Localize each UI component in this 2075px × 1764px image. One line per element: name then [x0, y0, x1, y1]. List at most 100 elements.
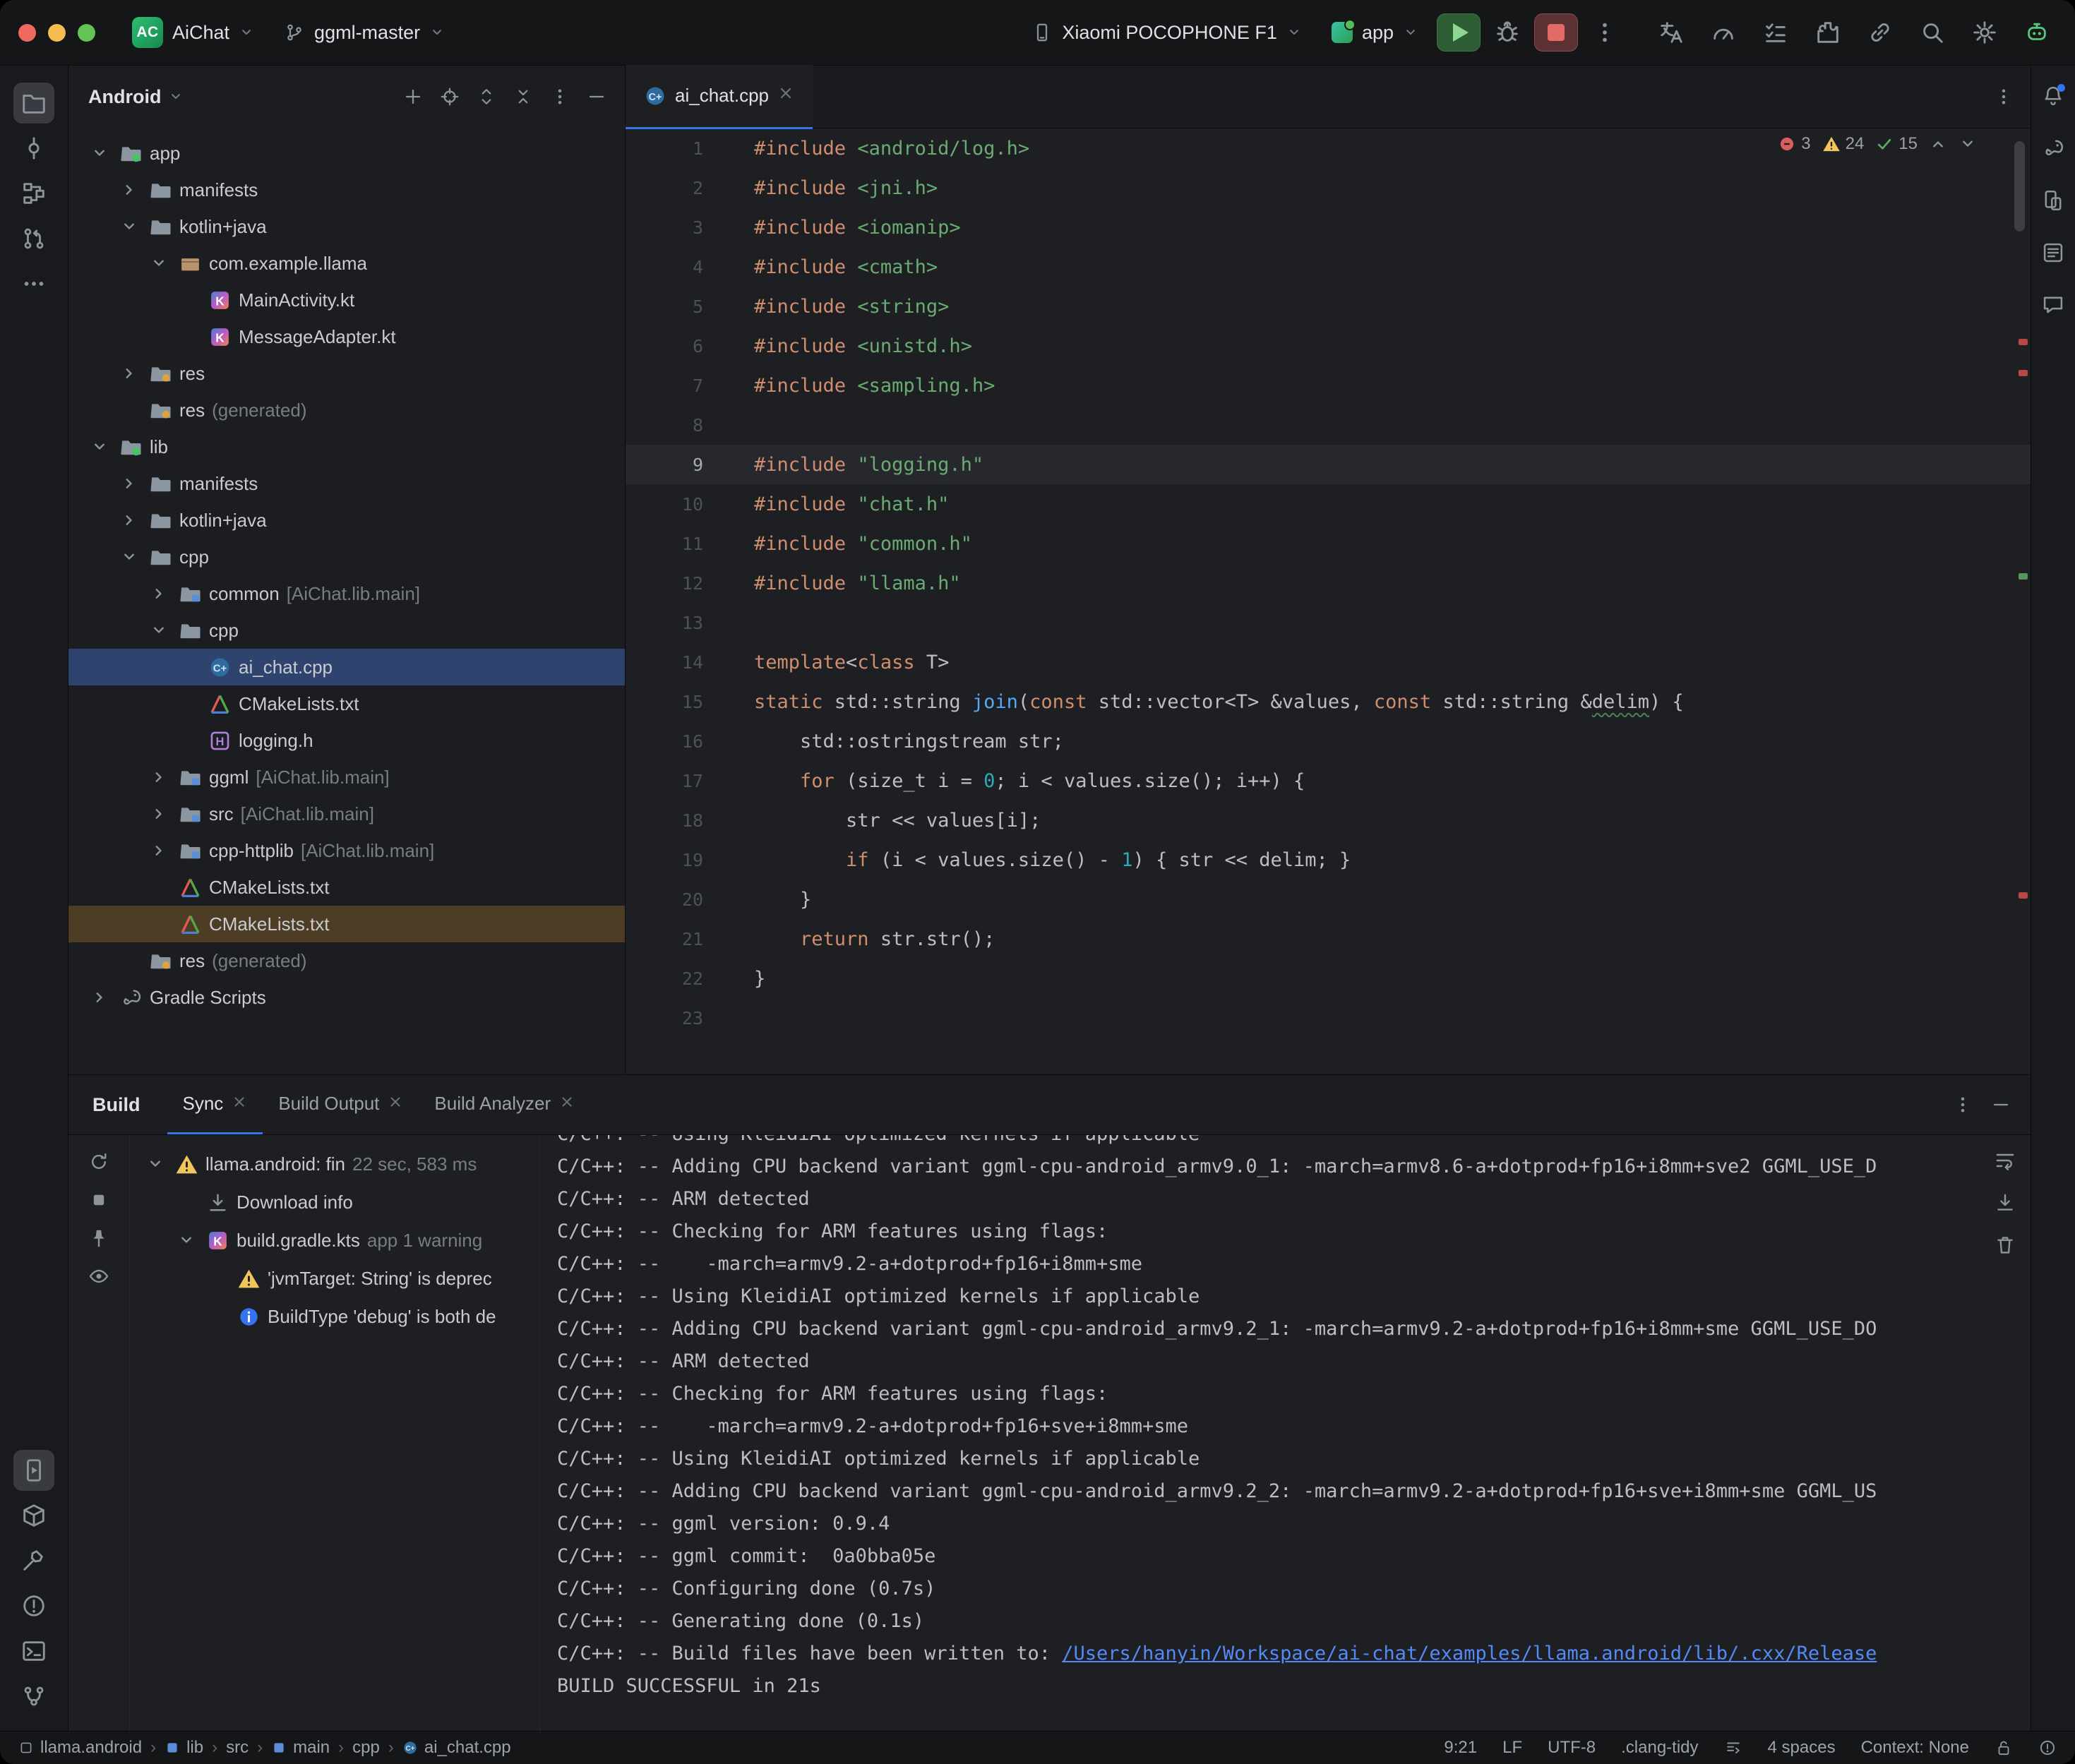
project-tree-item[interactable]: C+ai_chat.cpp	[68, 649, 625, 685]
close-tab-button[interactable]	[777, 85, 794, 107]
settings-button[interactable]	[1965, 13, 2004, 52]
project-tree-item[interactable]: res (generated)	[68, 942, 625, 979]
search-button[interactable]	[1913, 13, 1952, 52]
build-console[interactable]: C/C++: -- Using KleidiAI optimized kerne…	[539, 1135, 2031, 1733]
project-tree-item[interactable]: com.example.llama	[68, 245, 625, 282]
code-line[interactable]: 14template<class T>	[626, 642, 2031, 682]
run-configuration-selector[interactable]: app	[1320, 15, 1430, 51]
errors-count[interactable]: 3	[1778, 134, 1810, 154]
line-number[interactable]: 2	[626, 178, 731, 198]
chevron-right-icon[interactable]	[146, 767, 172, 788]
build-tab-build-analyzer[interactable]: Build Analyzer	[419, 1075, 590, 1134]
code-line[interactable]: 17 for (size_t i = 0; i < values.size();…	[626, 761, 2031, 800]
pull-requests-tool-button[interactable]	[13, 218, 54, 259]
project-tree-item[interactable]: src [AiChat.lib.main]	[68, 796, 625, 832]
chevron-right-icon[interactable]	[116, 510, 142, 531]
options-kebab-button[interactable]	[544, 81, 575, 112]
code-line[interactable]: 7#include <sampling.h>	[626, 366, 2031, 405]
close-tab-button[interactable]	[232, 1093, 247, 1115]
error-stripe-mark[interactable]	[2019, 370, 2028, 376]
build-tree-item[interactable]: Kbuild.gradle.kts app 1 warning	[130, 1221, 539, 1259]
code-line[interactable]: 20 }	[626, 880, 2031, 919]
hide-button[interactable]	[581, 81, 612, 112]
clear-button[interactable]	[1990, 1230, 2021, 1261]
eye-button[interactable]	[83, 1261, 114, 1292]
warning-stripe-mark[interactable]	[2019, 573, 2028, 580]
ai-assistant-button[interactable]	[2017, 13, 2057, 52]
suspend-button[interactable]	[83, 1184, 114, 1216]
code-line[interactable]: 5#include <string>	[626, 287, 2031, 326]
device-manager-tool-button[interactable]	[2037, 184, 2069, 217]
version-control-tool-button[interactable]	[13, 1676, 54, 1717]
structure-tool-button[interactable]	[13, 173, 54, 214]
error-stripe-mark[interactable]	[2019, 892, 2028, 899]
build-tree-item[interactable]: Download info	[130, 1183, 539, 1221]
line-number[interactable]: 5	[626, 296, 731, 317]
project-tree-item[interactable]: CMakeLists.txt	[68, 869, 625, 906]
more-run-options-button[interactable]	[1585, 13, 1625, 52]
project-tree-item[interactable]: res	[68, 355, 625, 392]
soft-wrap-button[interactable]	[1990, 1145, 2021, 1176]
project-tree-item[interactable]: Gradle Scripts	[68, 979, 625, 1016]
project-tree-item[interactable]: lib	[68, 428, 625, 465]
code-line[interactable]: 18 str << values[i];	[626, 800, 2031, 840]
code-line[interactable]: 8	[626, 405, 2031, 445]
inspections-widget[interactable]: 3 24 15	[1778, 134, 1977, 154]
app-insights-tool-button[interactable]	[2037, 289, 2069, 321]
chevron-right-icon[interactable]	[146, 583, 172, 604]
editor-scrollbar[interactable]	[2014, 141, 2025, 232]
close-tab-button[interactable]	[559, 1093, 575, 1115]
chevron-right-icon[interactable]	[116, 179, 142, 200]
status-widget[interactable]: .clang-tidy	[1621, 1738, 1698, 1758]
status-widget[interactable]: 4 spaces	[1768, 1738, 1836, 1758]
translate-button[interactable]	[1651, 13, 1691, 52]
locate-button[interactable]	[434, 81, 465, 112]
project-tree-item[interactable]: CMakeLists.txt	[68, 685, 625, 722]
chevron-down-icon[interactable]	[87, 143, 112, 164]
editor-tab-ai-chat-cpp[interactable]: C+ ai_chat.cpp	[626, 65, 813, 129]
chevron-right-icon[interactable]	[146, 803, 172, 824]
line-number[interactable]: 10	[626, 494, 731, 515]
typos-count[interactable]: 15	[1875, 134, 1918, 154]
chevron-down-icon[interactable]	[116, 216, 142, 237]
project-folder-tool-button[interactable]	[13, 83, 54, 124]
code-line[interactable]: 13	[626, 603, 2031, 642]
status-widget[interactable]: 9:21	[1444, 1738, 1477, 1758]
code-line[interactable]: 12#include "llama.h"	[626, 563, 2031, 603]
hide-build-panel-button[interactable]	[1985, 1089, 2016, 1120]
chevron-right-icon[interactable]	[146, 840, 172, 861]
scroll-end-button[interactable]	[1990, 1187, 2021, 1218]
status-widget[interactable]: LF	[1502, 1738, 1522, 1758]
code-style-widget[interactable]	[1724, 1739, 1742, 1757]
link-button[interactable]	[1860, 13, 1900, 52]
prev-problem-button[interactable]	[1929, 135, 1947, 153]
line-number[interactable]: 15	[626, 692, 731, 712]
next-problem-button[interactable]	[1959, 135, 1977, 153]
code-line[interactable]: 21 return str.str();	[626, 919, 2031, 959]
vcs-branch-selector[interactable]: ggml-master	[273, 15, 456, 51]
balloon-widget[interactable]	[2038, 1739, 2057, 1757]
chevron-right-icon[interactable]	[116, 473, 142, 494]
code-line[interactable]: 10#include "chat.h"	[626, 484, 2031, 524]
chevron-down-icon[interactable]	[87, 436, 112, 457]
chevron-right-icon[interactable]	[116, 363, 142, 384]
project-tree-item[interactable]: manifests	[68, 172, 625, 208]
project-tree-item[interactable]: common [AiChat.lib.main]	[68, 575, 625, 612]
line-number[interactable]: 19	[626, 850, 731, 870]
project-tree-item[interactable]: CMakeLists.txt	[68, 906, 625, 942]
project-tree-item[interactable]: manifests	[68, 465, 625, 502]
chevron-right-icon[interactable]	[87, 987, 112, 1008]
breadcrumb-item[interactable]: cpp	[352, 1738, 380, 1758]
code-line[interactable]: 15static std::string join(const std::vec…	[626, 682, 2031, 721]
close-window-button[interactable]	[18, 24, 36, 42]
gradle-tool-button[interactable]	[2037, 132, 2069, 164]
line-number[interactable]: 21	[626, 929, 731, 949]
line-number[interactable]: 22	[626, 968, 731, 989]
notifications-bell-tool-button[interactable]	[2037, 80, 2069, 112]
unlock-widget[interactable]	[1995, 1739, 2013, 1757]
error-stripe-mark[interactable]	[2019, 339, 2028, 345]
code-line[interactable]: 3#include <iomanip>	[626, 208, 2031, 247]
line-number[interactable]: 1	[626, 138, 731, 159]
todo-button[interactable]	[1756, 13, 1795, 52]
line-number[interactable]: 17	[626, 771, 731, 791]
